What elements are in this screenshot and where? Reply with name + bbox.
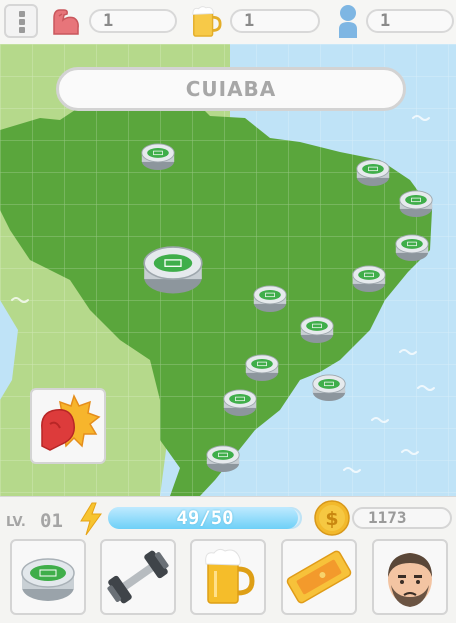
stadium-marker[interactable] (355, 157, 391, 192)
level-value: 01 (40, 510, 63, 532)
stadium-icon (352, 265, 386, 292)
stadium-marker[interactable] (222, 387, 258, 422)
player-avatar-icon (388, 553, 432, 607)
strength-value: 1 (103, 11, 114, 31)
coin-value: 1173 (368, 508, 407, 527)
stadium-icon (399, 190, 433, 217)
coin-counter: 1173 (352, 507, 452, 529)
stadium-icon (356, 159, 390, 186)
stadium-marker[interactable] (394, 232, 430, 267)
stadium-marker[interactable] (140, 141, 176, 176)
profile-action-button[interactable] (372, 539, 448, 615)
beer-value: 1 (244, 11, 255, 31)
ticket-icon (286, 550, 352, 604)
stadium-marker[interactable] (299, 314, 335, 349)
stadium-icon (300, 316, 334, 343)
stadium-marker[interactable] (244, 352, 280, 387)
boxing-glove-icon (41, 393, 101, 451)
stadium-icon (245, 354, 279, 381)
strength-counter: 1 (89, 9, 177, 33)
svg-text:$: $ (325, 508, 338, 530)
city-name-banner: CUIABA (56, 67, 406, 111)
stadium-marker-selected[interactable] (141, 242, 205, 301)
stadium-action-button[interactable] (10, 539, 86, 615)
fans-counter: 1 (366, 9, 454, 33)
stadium-icon (143, 246, 203, 294)
energy-bar: 49/50 (108, 507, 302, 529)
fans-value: 1 (380, 11, 391, 31)
beer-action-button[interactable] (190, 539, 266, 615)
stadium-icon (312, 374, 346, 401)
stadium-icon (253, 285, 287, 312)
stadium-icon (141, 143, 175, 170)
stadium-marker[interactable] (252, 283, 288, 318)
city-name: CUIABA (185, 77, 277, 101)
stadium-marker[interactable] (351, 263, 387, 298)
power-card[interactable] (30, 388, 106, 464)
training-action-button[interactable] (100, 539, 176, 615)
person-icon (339, 5, 357, 38)
stadium-marker[interactable] (205, 443, 241, 478)
beer-mug-icon (205, 548, 255, 604)
stadium-icon (21, 558, 75, 601)
dumbbell-icon (107, 550, 169, 604)
menu-button[interactable] (4, 4, 38, 38)
stadium-marker[interactable] (398, 188, 434, 223)
energy-text: 49/50 (176, 507, 234, 529)
flexed-arm-icon (53, 9, 79, 35)
top-bar: 1 1 1 (0, 0, 456, 45)
stadium-icon (206, 445, 240, 472)
lightning-icon (80, 502, 102, 536)
stadium-icon (395, 234, 429, 261)
beer-counter: 1 (230, 9, 320, 33)
stadium-marker[interactable] (311, 372, 347, 407)
ticket-action-button[interactable] (281, 539, 357, 615)
beer-mug-icon (192, 6, 222, 37)
stadium-icon (223, 389, 257, 416)
level-label: LV. (6, 515, 26, 530)
dollar-coin-icon: $ (314, 500, 350, 536)
